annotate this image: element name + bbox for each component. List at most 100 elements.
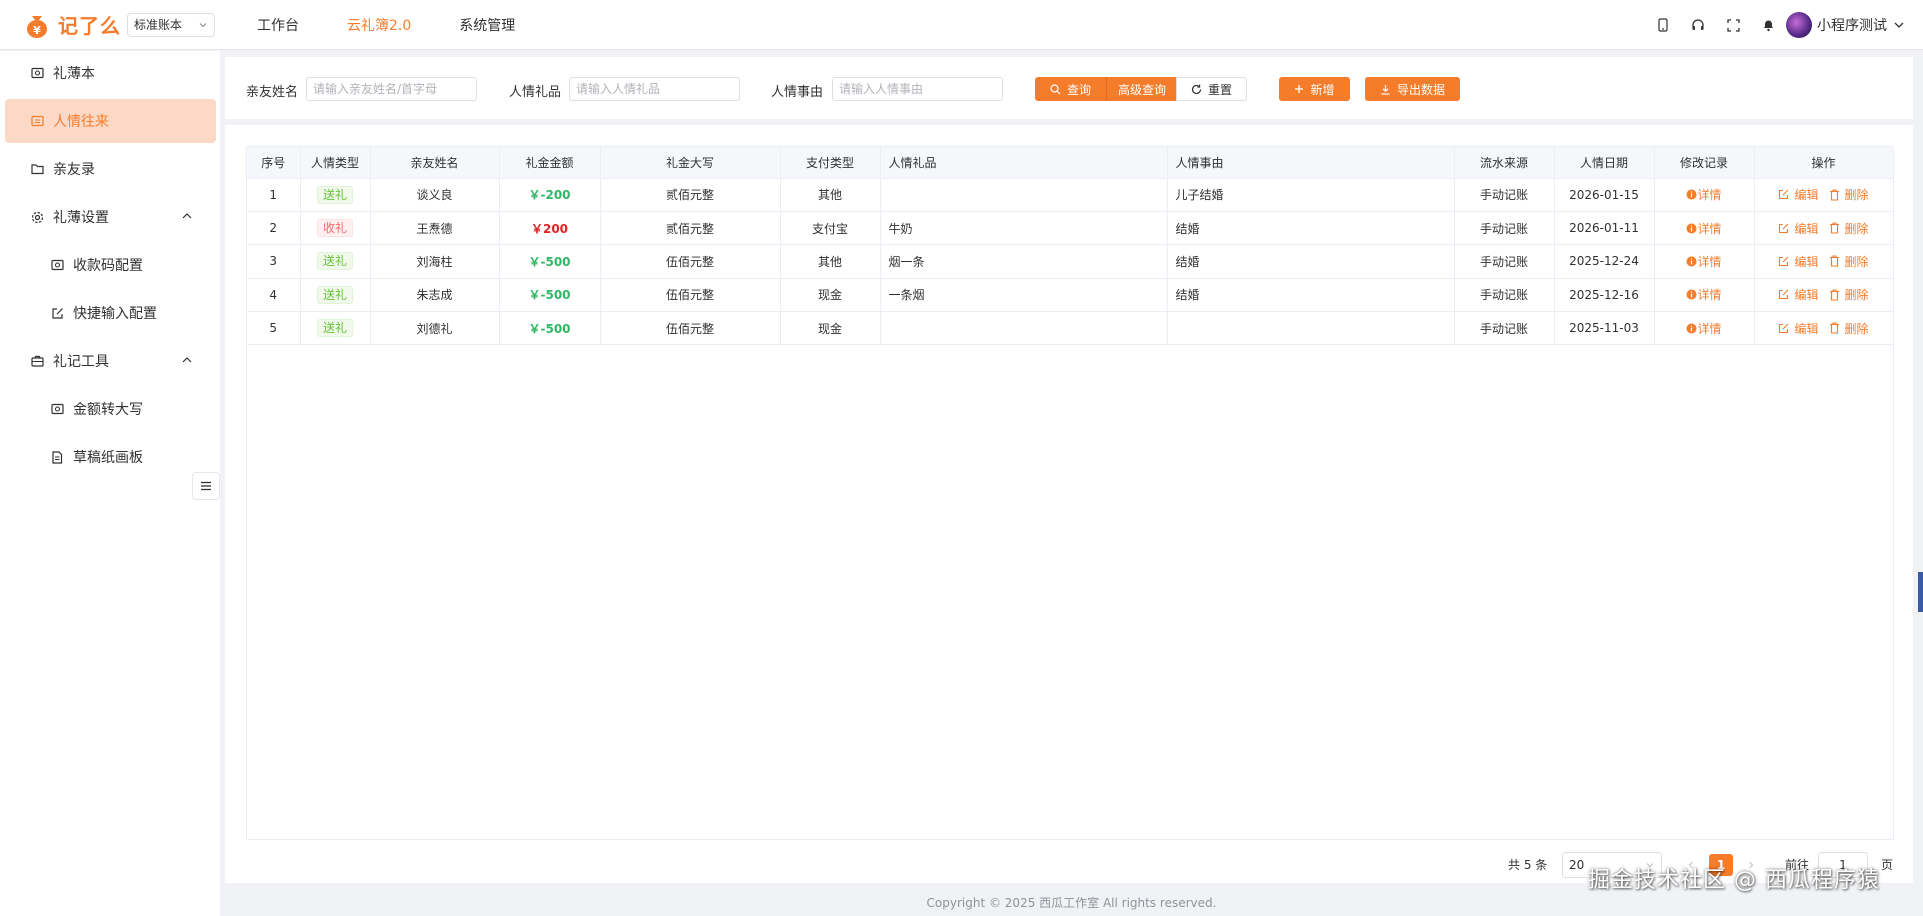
chevron-down-icon[interactable] (1893, 19, 1905, 31)
detail-link[interactable]: 详情 (1686, 253, 1722, 270)
name-search-input[interactable] (306, 77, 477, 101)
col-header-payment-type: 支付类型 (780, 147, 881, 179)
edit-icon (1779, 289, 1789, 300)
cell-date: 2025-12-24 (1554, 244, 1655, 279)
trash-icon (1829, 222, 1839, 234)
user-name[interactable]: 小程序测试 (1817, 15, 1887, 35)
top-nav: 工作台 云礼簿2.0 系统管理 (257, 15, 563, 35)
cell-reason: 结婚 (1167, 278, 1455, 313)
nav-workbench[interactable]: 工作台 (257, 15, 299, 35)
gift-search-input[interactable] (569, 77, 740, 101)
sidebar-item-draft-board[interactable]: 草稿纸画板 (0, 435, 220, 479)
cell-name: 刘德礼 (370, 311, 500, 346)
delete-button[interactable]: 删除 (1829, 253, 1869, 270)
account-book-value: 标准账本 (134, 18, 183, 32)
reason-label: 人情事由 (771, 85, 824, 100)
detail-link[interactable]: 详情 (1686, 220, 1722, 237)
search-icon (1050, 83, 1061, 94)
edit-icon (1779, 323, 1789, 333)
sidebar-item-relations[interactable]: 人情往来 (5, 99, 216, 143)
sidebar: 礼薄本 人情往来 亲友录 礼薄设置 收款码配置 快捷输入配置 礼记工具 金额转大… (0, 51, 220, 916)
scrollbar-thumb[interactable] (1918, 572, 1923, 612)
sidebar-item-amount-converter[interactable]: 金额转大写 (0, 387, 220, 431)
ledger-icon (30, 114, 44, 128)
mobile-icon[interactable] (1655, 17, 1671, 33)
sidebar-item-tools[interactable]: 礼记工具 (0, 339, 220, 383)
cell-actions: 编辑 删除 (1754, 211, 1894, 246)
edit-button[interactable]: 编辑 (1778, 286, 1819, 303)
avatar[interactable] (1786, 12, 1812, 38)
delete-label: 删除 (1844, 288, 1869, 303)
trash-icon (1829, 322, 1839, 334)
delete-button[interactable]: 删除 (1829, 186, 1869, 203)
delete-button[interactable]: 删除 (1829, 220, 1869, 237)
cell-name: 朱志成 (370, 278, 500, 313)
sidebar-item-settings[interactable]: 礼薄设置 (0, 195, 220, 239)
sidebar-item-label: 亲友录 (53, 162, 95, 178)
cell-type: 送礼 (300, 278, 371, 313)
edit-button[interactable]: 编辑 (1778, 220, 1819, 237)
cell-amount-upper: 伍佰元整 (600, 244, 781, 279)
nav-cloud-gift-book[interactable]: 云礼簿2.0 (347, 15, 411, 35)
logo[interactable]: ¥ 记了么 (22, 10, 121, 40)
cell-amount-upper: 伍佰元整 (600, 278, 781, 313)
watermark: 掘金技术社区 @ 西瓜程序猿 (1588, 868, 1880, 893)
detail-label: 详情 (1697, 321, 1722, 336)
cell-payment-type: 其他 (780, 244, 881, 279)
export-button[interactable]: 导出数据 (1365, 77, 1460, 101)
type-tag: 送礼 (316, 185, 353, 204)
chevron-up-icon (182, 357, 192, 363)
type-tag: 送礼 (316, 285, 353, 304)
qrcode-icon (50, 258, 64, 272)
nav-system-management[interactable]: 系统管理 (459, 15, 515, 35)
cell-history: 详情 (1654, 244, 1755, 279)
edit-label: 编辑 (1794, 221, 1819, 236)
cell-name: 谈义良 (370, 178, 500, 212)
cell-index: 2 (247, 211, 301, 246)
sidebar-collapse-button[interactable] (192, 472, 220, 500)
add-button[interactable]: 新增 (1279, 77, 1350, 101)
detail-link[interactable]: 详情 (1686, 186, 1722, 203)
sidebar-item-payment-code[interactable]: 收款码配置 (0, 243, 220, 287)
reset-button[interactable]: 重置 (1176, 77, 1247, 101)
delete-button[interactable]: 删除 (1829, 320, 1869, 337)
edit-button[interactable]: 编辑 (1778, 320, 1819, 337)
table-row: 2 收礼 王焘德 ￥200 贰佰元整 支付宝 牛奶 结婚 手动记账 2026-0… (247, 211, 1894, 246)
account-book-select[interactable]: 标准账本 (127, 12, 215, 37)
detail-link[interactable]: 详情 (1686, 286, 1722, 303)
name-label: 亲友姓名 (246, 85, 299, 100)
info-icon (1686, 289, 1697, 300)
refresh-icon (1191, 84, 1202, 94)
headset-icon[interactable] (1690, 17, 1706, 33)
sidebar-item-contacts[interactable]: 亲友录 (0, 147, 220, 191)
cell-amount: ￥-500 (499, 311, 601, 346)
cell-actions: 编辑 删除 (1754, 178, 1894, 212)
table-row: 5 送礼 刘德礼 ￥-500 伍佰元整 现金 手动记账 2025-11-03 详… (247, 311, 1894, 346)
sidebar-item-gift-book[interactable]: 礼薄本 (0, 51, 220, 95)
cell-name: 王焘德 (370, 211, 500, 246)
edit-button[interactable]: 编辑 (1778, 186, 1819, 203)
cell-index: 1 (247, 178, 301, 212)
reason-search-input[interactable] (832, 77, 1003, 101)
col-header-amount: 礼金金额 (499, 147, 601, 179)
export-label: 导出数据 (1396, 82, 1445, 97)
edit-button[interactable]: 编辑 (1778, 253, 1819, 270)
cell-payment-type: 其他 (780, 178, 881, 212)
advanced-query-button[interactable]: 高级查询 (1106, 77, 1177, 101)
page-size-value: 20 (1569, 858, 1585, 872)
cell-gift: 烟一条 (880, 244, 1168, 279)
delete-button[interactable]: 删除 (1829, 286, 1869, 303)
detail-link[interactable]: 详情 (1686, 320, 1722, 337)
cell-type: 收礼 (300, 211, 371, 246)
fullscreen-icon[interactable] (1725, 17, 1741, 33)
cell-history: 详情 (1654, 311, 1755, 346)
edit-label: 编辑 (1794, 188, 1819, 203)
query-button[interactable]: 查询 (1035, 77, 1106, 101)
bell-icon[interactable] (1760, 17, 1776, 33)
sidebar-item-quick-input[interactable]: 快捷输入配置 (0, 291, 220, 335)
trash-icon (1829, 255, 1839, 268)
cell-index: 5 (247, 311, 301, 346)
cell-date: 2026-01-11 (1554, 211, 1655, 246)
col-header-name: 亲友姓名 (370, 147, 500, 179)
cell-type: 送礼 (300, 244, 371, 279)
